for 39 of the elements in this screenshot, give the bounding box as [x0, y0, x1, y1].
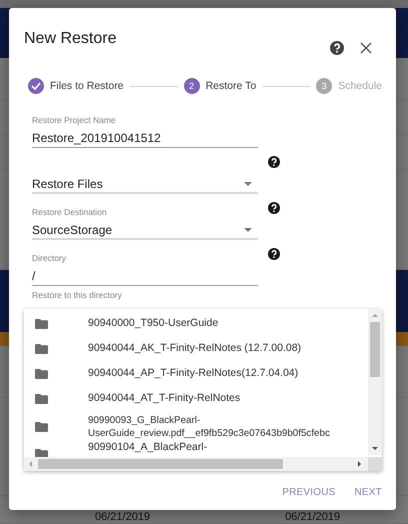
caret-icon [244, 228, 252, 232]
folder-name[interactable]: 90990093_G_BlackPearl-UserGuide_review.pdf__ef9fb529c3e07643b9b0f5cfebc [88, 414, 368, 440]
step-label: Restore To [206, 80, 256, 92]
folder-name[interactable]: 90940044_AP_T-Finity-RelNotes(12.7.04.04) [88, 367, 368, 380]
folder-name[interactable]: 90940000_T950-UserGuide [88, 317, 368, 330]
dropdown[interactable]: SourceStorage [32, 222, 258, 240]
dialog-title: New Restore [24, 30, 118, 48]
step-number: 2 [184, 78, 200, 94]
field-label: Restore Project Name [32, 115, 116, 125]
input-field[interactable]: Restore_201910041512 [32, 130, 258, 148]
field-label: Directory [32, 253, 66, 263]
field-label: Restore Destination [32, 207, 107, 217]
next-button[interactable]: NEXT [354, 487, 382, 498]
folder-icon [35, 368, 48, 378]
step-label: Schedule [338, 80, 382, 92]
background-date: 06/21/2019 [285, 512, 340, 523]
folder-icon [35, 449, 48, 457]
folder-icon [35, 344, 48, 354]
dropdown[interactable]: Restore Files [32, 176, 258, 194]
folder-name[interactable]: 90990104_A_BlackPearl- [88, 441, 368, 454]
folder-name[interactable]: 90940044_AK_T-Finity-RelNotes (12.7.00.08) [88, 342, 368, 355]
help-icon[interactable] [268, 156, 280, 168]
caret-icon [244, 182, 252, 186]
step-number: 3 [316, 78, 332, 94]
step-label: Files to Restore [50, 80, 124, 92]
folder-icon [35, 394, 48, 404]
help-icon[interactable] [330, 41, 344, 55]
help-icon[interactable] [268, 248, 280, 260]
previous-button[interactable]: PREVIOUS [282, 487, 336, 498]
folder-name[interactable]: 90940044_AT_T-Finity-RelNotes [88, 392, 368, 405]
help-icon[interactable] [268, 202, 280, 214]
horizontal-scrollbar[interactable] [24, 457, 382, 471]
helper-text: Restore to this directory [32, 290, 123, 300]
folder-icon [35, 422, 48, 432]
folder-icon [35, 318, 48, 328]
input-field[interactable]: / [32, 268, 258, 286]
close-icon [360, 42, 372, 54]
close-button[interactable] [360, 42, 372, 54]
background-date: 06/21/2019 [95, 512, 150, 523]
